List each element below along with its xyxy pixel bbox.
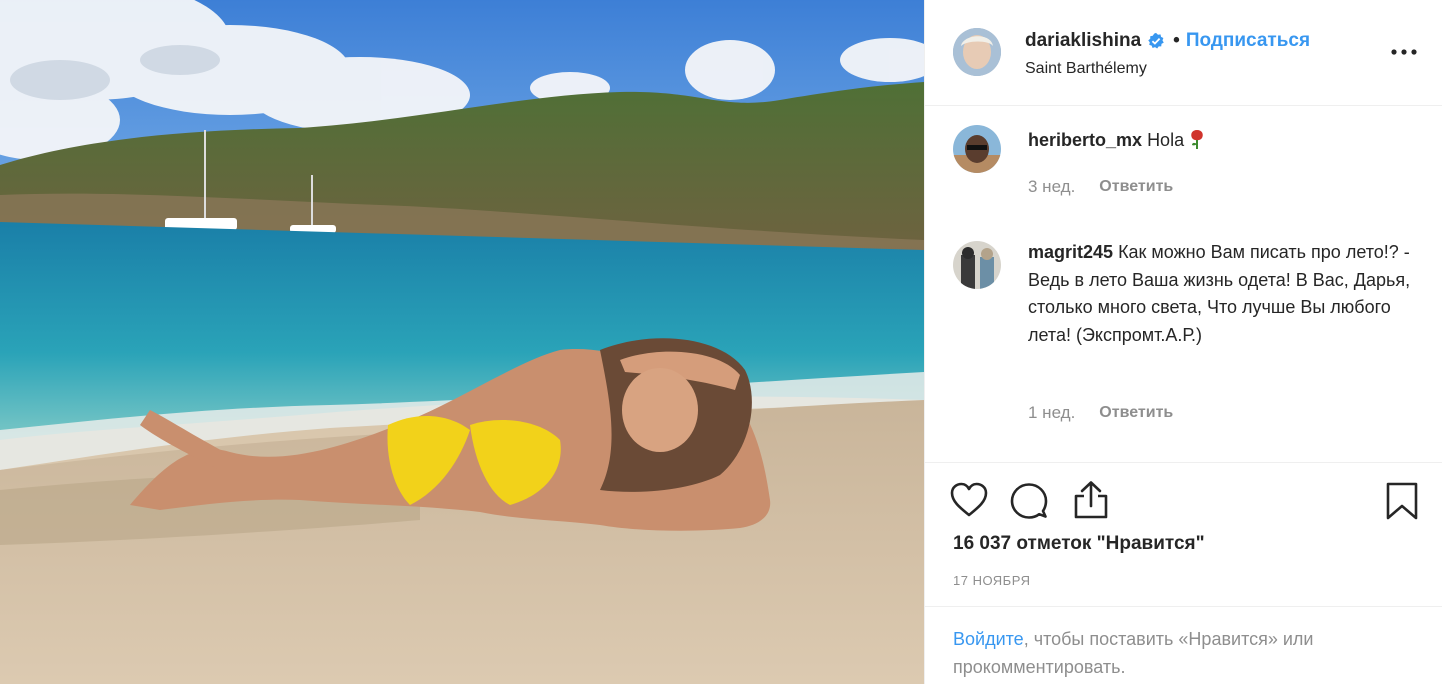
more-options-icon[interactable] xyxy=(1390,40,1418,64)
separator-dot: • xyxy=(1173,30,1180,51)
share-icon[interactable] xyxy=(1071,479,1111,521)
login-prompt: Войдите, чтобы поставить «Нравится» или … xyxy=(925,606,1442,684)
post-location[interactable]: Saint Barthélemy xyxy=(1025,60,1310,78)
follow-button[interactable]: Подписаться xyxy=(1186,30,1310,52)
beach-photo xyxy=(0,0,924,684)
rose-icon xyxy=(1191,130,1203,149)
comments-list: heriberto_mx Hola 3 нед. Ответить magrit… xyxy=(925,107,1442,462)
heart-icon[interactable] xyxy=(949,481,989,519)
comment-body: heriberto_mx Hola xyxy=(1028,127,1428,154)
comment-icon[interactable] xyxy=(1009,481,1049,521)
likes-count[interactable]: 16 037 отметок "Нравится" xyxy=(953,533,1205,555)
post-sidebar: dariaklishina • Подписаться Saint Barthé… xyxy=(924,0,1442,684)
post-photo[interactable] xyxy=(0,0,924,684)
bookmark-icon[interactable] xyxy=(1385,481,1419,521)
comment-item: heriberto_mx Hola 3 нед. Ответить xyxy=(953,125,1423,225)
post-header: dariaklishina • Подписаться Saint Barthé… xyxy=(925,0,1442,106)
author-username[interactable]: dariaklishina xyxy=(1025,30,1141,52)
comment-item: magrit245 Как можно Вам писать про лето!… xyxy=(953,241,1423,441)
login-link[interactable]: Войдите xyxy=(953,629,1024,649)
instagram-post: dariaklishina • Подписаться Saint Barthé… xyxy=(0,0,1442,684)
comment-body: magrit245 Как можно Вам писать про лето!… xyxy=(1028,239,1428,349)
verified-badge-icon xyxy=(1148,32,1164,49)
comment-age: 3 нед. xyxy=(1028,177,1076,196)
comment-age: 1 нед. xyxy=(1028,403,1076,422)
commenter-avatar[interactable] xyxy=(953,241,1001,289)
post-date: 17 НОЯБРЯ xyxy=(953,573,1031,588)
reply-button[interactable]: Ответить xyxy=(1099,404,1173,422)
comment-meta: 3 нед. Ответить xyxy=(1028,177,1173,197)
comment-text: Hola xyxy=(1147,130,1185,150)
author-info: dariaklishina • Подписаться Saint Barthé… xyxy=(1025,30,1310,78)
commenter-avatar[interactable] xyxy=(953,125,1001,173)
comment-meta: 1 нед. Ответить xyxy=(1028,403,1173,423)
comment-username[interactable]: heriberto_mx xyxy=(1028,130,1142,150)
post-actions: 16 037 отметок "Нравится" 17 НОЯБРЯ xyxy=(925,462,1442,607)
comment-username[interactable]: magrit245 xyxy=(1028,242,1113,262)
author-avatar[interactable] xyxy=(953,28,1001,76)
reply-button[interactable]: Ответить xyxy=(1099,178,1173,196)
